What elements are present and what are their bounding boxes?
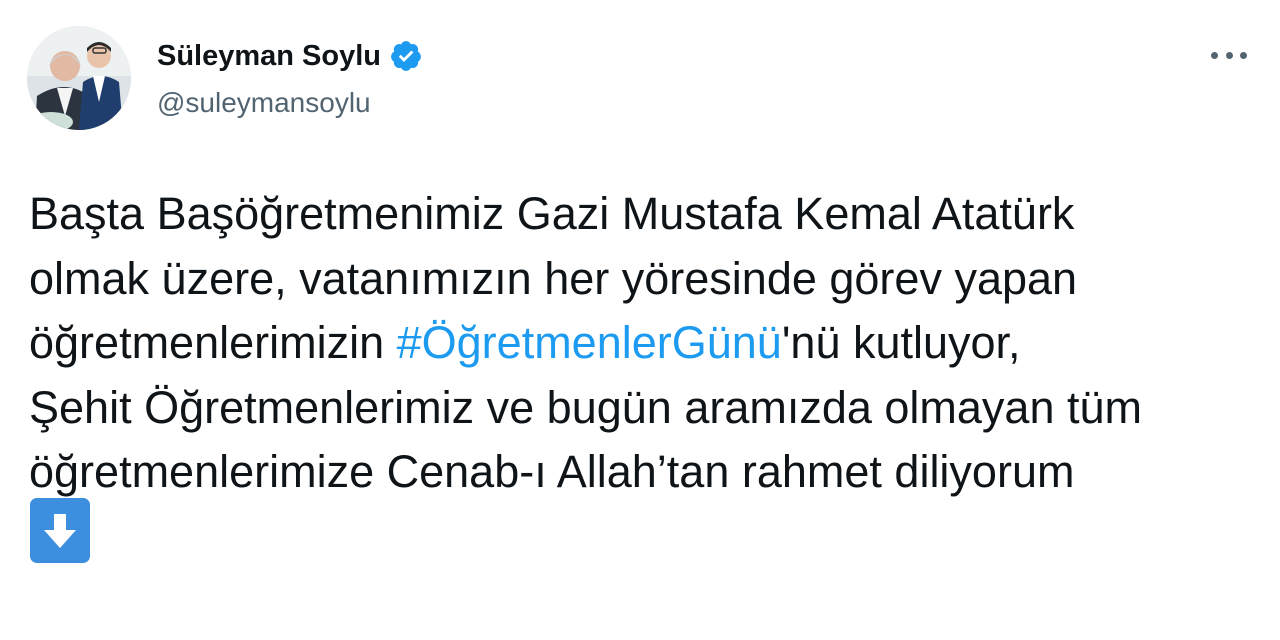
tweet-line: öğretmenlerimizin #ÖğretmenlerGünü'nü ku… [29,311,1254,376]
tweet-line: Başta Başöğretmenimiz Gazi Mustafa Kemal… [29,188,1075,239]
verified-badge-icon [389,39,423,73]
tweet-line: öğretmenlerimize Cenab-ı Allah’tan rahme… [29,446,1075,497]
tweet-text: Başta Başöğretmenimiz Gazi Mustafa Kemal… [29,182,1254,505]
display-name-text: Süleyman Soylu [157,40,382,72]
more-options-dot [1225,51,1233,59]
more-options-icon [1211,51,1218,59]
hashtag-link[interactable]: #ÖğretmenlerGünü [397,317,782,368]
down-arrow-emoji-icon [30,498,90,563]
more-options-dot [1240,51,1247,59]
tweet-card: Süleyman Soylu @suleymansoylu Başta Başö… [0,0,1280,640]
tweet-line-text: öğretmenlerimizin [29,317,397,368]
avatar[interactable] [27,26,131,130]
tweet-line-text: 'nü kutluyor, [781,317,1021,368]
profile-photo-icon [27,26,131,130]
more-options-button[interactable] [1207,40,1251,70]
tweet-line: olmak üzere, vatanımızın her yöresinde g… [29,252,1078,304]
author-handle[interactable]: @suleymansoylu [157,86,371,120]
author-display-name[interactable]: Süleyman Soylu [157,38,423,74]
tweet-line: Şehit Öğretmenlerimiz ve bugün aramızda … [29,381,1143,433]
